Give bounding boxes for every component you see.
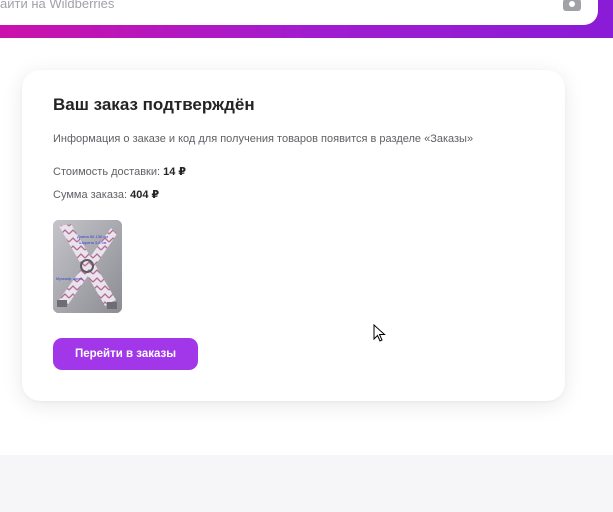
product-strap-image: Длина 60-130 см Ширина 3,8 см Мультиф. ц…	[53, 220, 122, 313]
footer-background	[0, 455, 613, 512]
delivery-cost-line: Стоимость доставки: 14 ₽	[53, 165, 186, 178]
delivery-cost-value: 14 ₽	[163, 166, 187, 178]
camera-search-icon[interactable]	[562, 0, 582, 12]
order-sum-value: 404 ₽	[130, 189, 160, 201]
product-thumbnail[interactable]: Длина 60-130 см Ширина 3,8 см Мультиф. ц…	[53, 220, 122, 313]
search-input[interactable]	[0, 0, 540, 14]
product-length-text: Длина 60-130 см	[77, 234, 108, 239]
product-color-text: Мультиф. цвета	[56, 277, 82, 281]
search-bar[interactable]	[0, 0, 598, 25]
order-sum-label: Сумма заказа:	[53, 189, 131, 201]
go-to-orders-button[interactable]: Перейти в заказы	[53, 338, 198, 370]
mouse-cursor-icon	[373, 324, 386, 342]
order-info-text: Информация о заказе и код для получения …	[53, 133, 474, 145]
delivery-cost-label: Стоимость доставки:	[53, 166, 164, 178]
order-confirmed-title: Ваш заказ подтверждён	[53, 95, 255, 114]
product-width-text: Ширина 3,8 см	[79, 240, 107, 245]
order-sum-line: Сумма заказа: 404 ₽	[53, 188, 159, 201]
order-confirmation-card: Ваш заказ подтверждён Информация о заказ…	[22, 70, 565, 401]
